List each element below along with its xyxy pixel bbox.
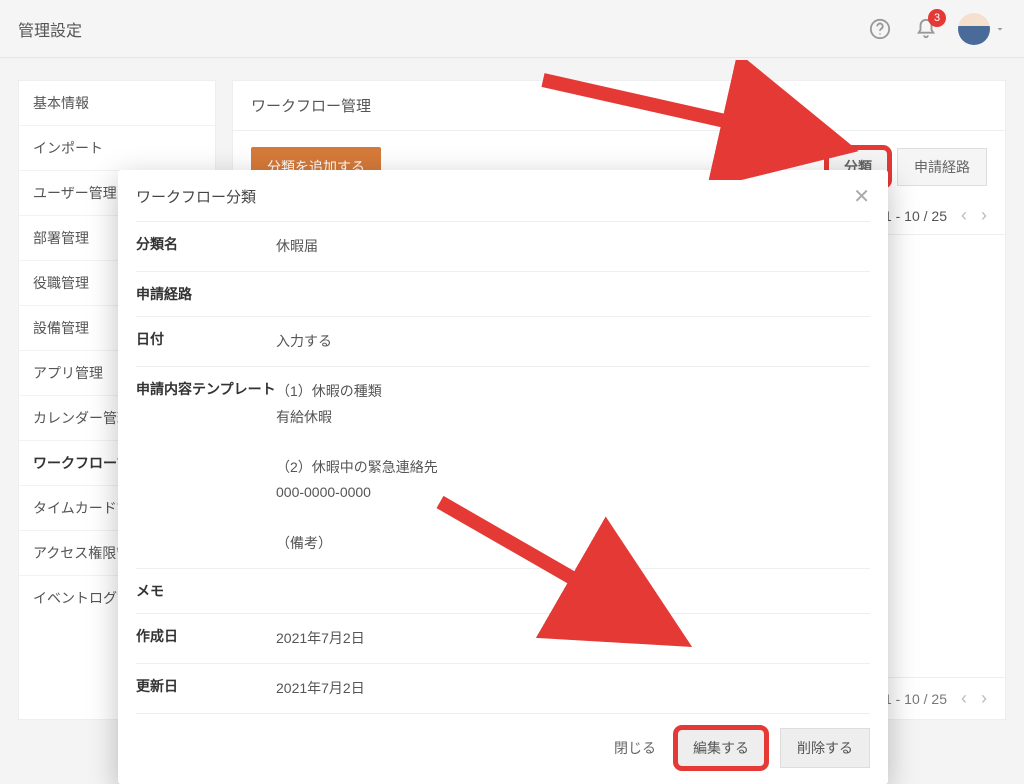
- delete-button[interactable]: 削除する: [780, 728, 870, 768]
- row-date-label: 日付: [136, 329, 276, 354]
- modal-header: ワークフロー分類 ✕: [118, 170, 888, 221]
- row-template-label: 申請内容テンプレート: [136, 379, 276, 555]
- row-date-value: 入力する: [276, 329, 332, 354]
- pager-text: 1 - 10 / 25: [884, 208, 947, 224]
- row-created-label: 作成日: [136, 626, 276, 651]
- row-created-value: 2021年7月2日: [276, 626, 365, 651]
- close-button[interactable]: 閉じる: [608, 730, 662, 766]
- sidebar-item-import[interactable]: インポート: [19, 126, 215, 171]
- modal-body: 分類名 休暇届 申請経路 日付 入力する 申請内容テンプレート （1）休暇の種類…: [118, 221, 888, 714]
- row-memo: メモ: [136, 568, 870, 613]
- row-updated-value: 2021年7月2日: [276, 676, 365, 701]
- edit-button[interactable]: 編集する: [676, 728, 766, 768]
- pager-prev-bottom-icon[interactable]: ‹: [961, 688, 967, 709]
- main-title: ワークフロー管理: [233, 81, 1005, 131]
- help-icon[interactable]: [866, 15, 894, 43]
- modal-footer: 閉じる 編集する 削除する: [118, 714, 888, 784]
- workflow-category-modal: ワークフロー分類 ✕ 分類名 休暇届 申請経路 日付 入力する 申請内容テンプレ…: [118, 170, 888, 784]
- row-route-label: 申請経路: [136, 284, 276, 304]
- pager-next-bottom-icon[interactable]: ›: [981, 688, 987, 709]
- bell-icon[interactable]: 3: [912, 15, 940, 43]
- page-title: 管理設定: [18, 17, 866, 41]
- row-updated-label: 更新日: [136, 676, 276, 701]
- chevron-down-icon: [994, 23, 1006, 35]
- row-updated: 更新日 2021年7月2日: [136, 663, 870, 714]
- row-name-label: 分類名: [136, 234, 276, 259]
- close-icon[interactable]: ✕: [853, 184, 870, 209]
- notification-badge: 3: [928, 9, 946, 27]
- row-template: 申請内容テンプレート （1）休暇の種類 有給休暇 （2）休暇中の緊急連絡先 00…: [136, 366, 870, 567]
- topbar-icons: 3: [866, 13, 1006, 45]
- modal-title: ワークフロー分類: [136, 186, 853, 207]
- row-route: 申請経路: [136, 271, 870, 316]
- row-date: 日付 入力する: [136, 316, 870, 366]
- row-created: 作成日 2021年7月2日: [136, 613, 870, 663]
- topbar: 管理設定 3: [0, 0, 1024, 58]
- user-menu[interactable]: [958, 13, 1006, 45]
- row-name: 分類名 休暇届: [136, 221, 870, 271]
- row-name-value: 休暇届: [276, 234, 318, 259]
- pager-prev-icon[interactable]: ‹: [961, 205, 967, 226]
- pager-text-bottom: 1 - 10 / 25: [884, 691, 947, 707]
- avatar: [958, 13, 990, 45]
- sidebar-item-basic[interactable]: 基本情報: [19, 81, 215, 126]
- row-template-value: （1）休暇の種類 有給休暇 （2）休暇中の緊急連絡先 000-0000-0000…: [276, 379, 438, 555]
- pager-next-icon[interactable]: ›: [981, 205, 987, 226]
- row-memo-label: メモ: [136, 581, 276, 601]
- tab-route[interactable]: 申請経路: [897, 148, 987, 186]
